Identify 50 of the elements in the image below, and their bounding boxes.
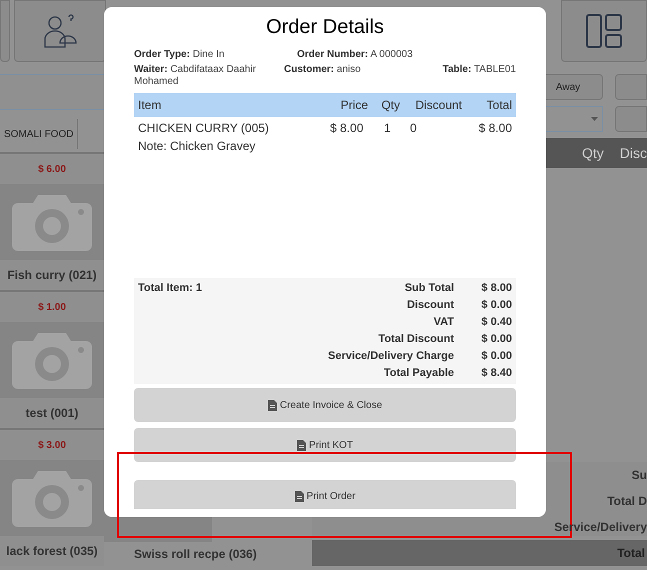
summary-label: VAT <box>432 315 454 330</box>
table-cell-text: $ 8.00 <box>478 120 512 137</box>
summary-label: Total D <box>607 493 647 510</box>
summary-label: Service/Delivery Charge <box>328 349 454 364</box>
column-header: Item <box>138 97 162 114</box>
button[interactable] <box>615 74 647 100</box>
order-field: Table: TABLE01 <box>442 64 516 88</box>
summary-value: $ 0.40 <box>480 315 512 330</box>
waiter-tile[interactable] <box>14 0 106 62</box>
table-cell-text: 0 <box>410 120 418 137</box>
order-field: Customer: aniso <box>284 64 394 88</box>
action-button[interactable]: Create Invoice & Close <box>134 388 516 422</box>
column-header: Disc <box>620 144 647 162</box>
column-header: Discount <box>414 97 462 114</box>
grid-icon <box>586 14 622 48</box>
column-header: Price <box>340 97 368 114</box>
summary-value: $ 0.00 <box>480 332 512 347</box>
action-button[interactable]: Print Order <box>134 480 516 509</box>
document-icon <box>268 400 277 410</box>
top-tile[interactable] <box>0 0 10 62</box>
summary-label: Discount <box>406 298 454 313</box>
table-cell-text: CHICKEN CURRY (005) <box>138 120 270 137</box>
modal-title: Order Details <box>265 15 385 40</box>
button[interactable] <box>615 106 647 132</box>
summary-label: Su <box>632 467 647 484</box>
item-note: Note: Chicken Gravey <box>138 138 256 155</box>
order-field: Waiter: Cabdifataax Daahir Mohamed <box>134 64 284 88</box>
table-cell-text: 1 <box>384 120 392 137</box>
order-field: Order Number: A 000003 <box>297 49 413 61</box>
action-button[interactable]: Print KOT <box>134 428 516 462</box>
summary-label: Total Payable <box>382 366 454 381</box>
table-cell-text: $ 8.00 <box>330 120 364 137</box>
column-header: Total <box>486 97 512 114</box>
product-name[interactable]: Swiss roll recpe (036) <box>104 542 257 566</box>
total-items: Total Item: 1 <box>138 281 203 296</box>
summary-value: $ 0.00 <box>480 298 512 313</box>
order-field: Order Type: Dine In <box>134 49 297 61</box>
summary-label: Sub Total <box>404 281 454 296</box>
column-header: Qty <box>582 144 604 163</box>
summary-value: $ 8.00 <box>480 281 512 296</box>
waiter-icon <box>42 13 78 49</box>
summary-value: $ 8.40 <box>480 366 512 381</box>
document-icon <box>297 440 306 450</box>
layout-tile[interactable] <box>561 0 647 62</box>
column-header: Qty <box>380 97 400 114</box>
document-icon <box>294 491 304 502</box>
summary-value: $ 0.00 <box>480 349 512 364</box>
caret-icon <box>591 117 598 121</box>
summary-label: Total Discount <box>377 332 454 347</box>
total-label: Total <box>617 545 646 562</box>
